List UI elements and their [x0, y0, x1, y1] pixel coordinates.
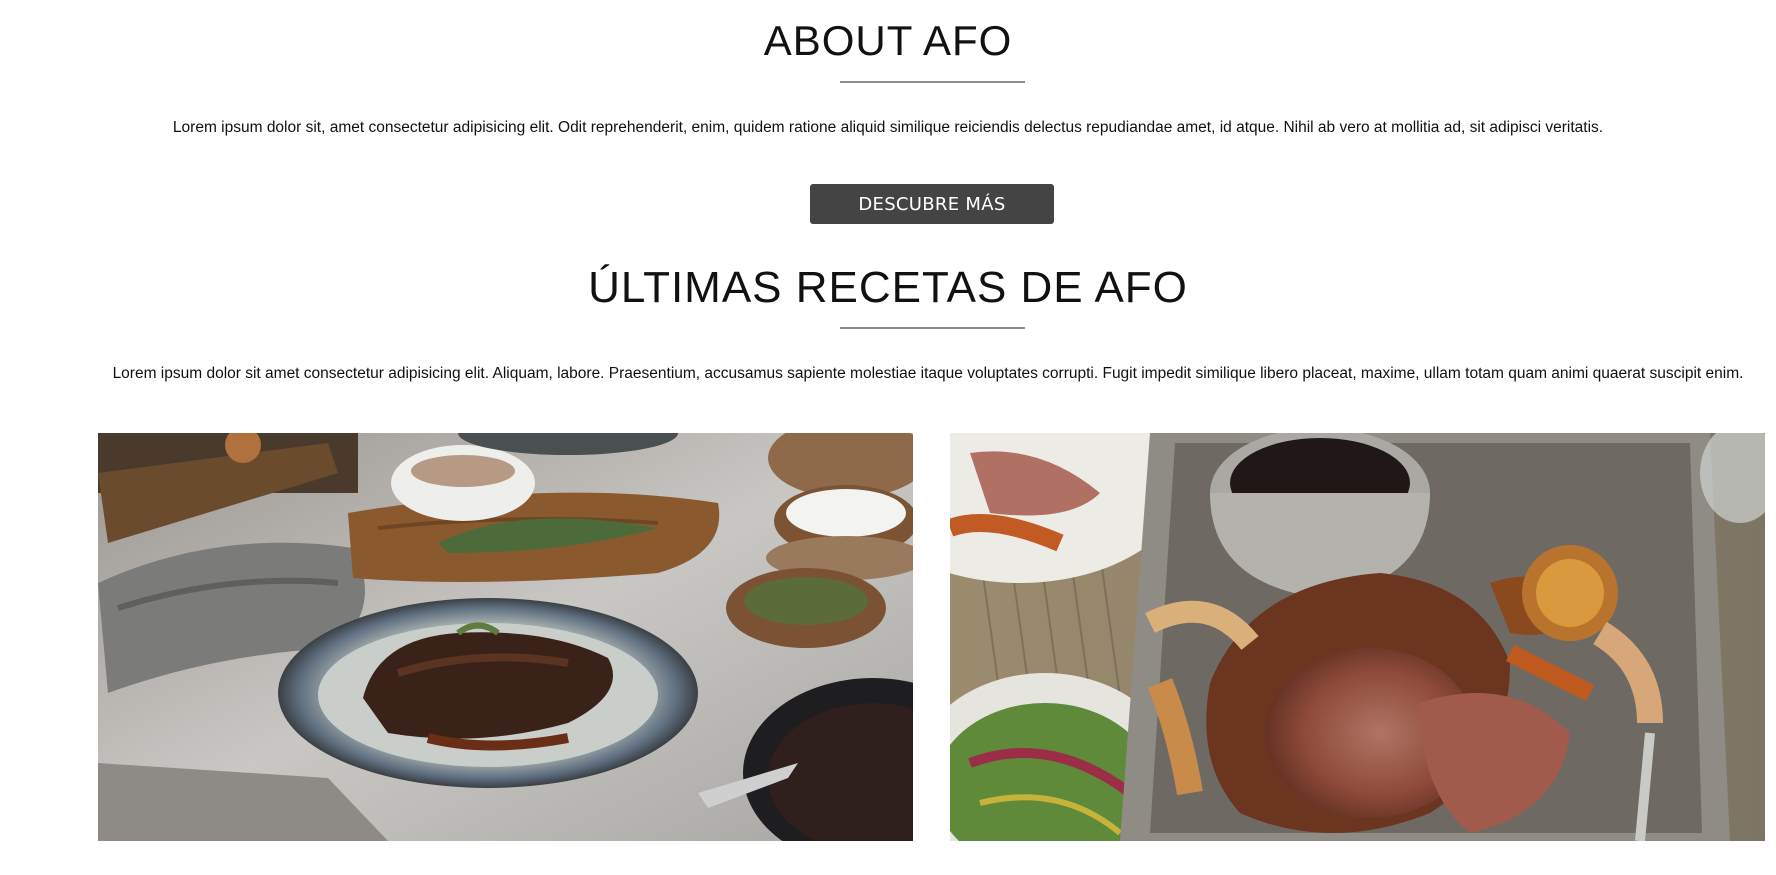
discover-more-button[interactable]: DESCUBRE MÁS [810, 184, 1054, 224]
braised-meat-plate-photo [98, 433, 913, 841]
about-title-divider [840, 81, 1025, 83]
recipes-title-divider [840, 327, 1025, 329]
recipe-image-roast-beef[interactable] [950, 433, 1765, 841]
recipes-description: Lorem ipsum dolor sit amet consectetur a… [112, 365, 1744, 382]
about-title: ABOUT AFO [763, 17, 1013, 64]
roast-beef-tray-photo [950, 433, 1765, 841]
recipes-title: ÚLTIMAS RECETAS DE AFO [588, 263, 1188, 312]
page: ABOUT AFO Lorem ipsum dolor sit, amet co… [0, 0, 1776, 875]
about-description: Lorem ipsum dolor sit, amet consectetur … [172, 119, 1604, 136]
recipe-image-braised-meat[interactable] [98, 433, 913, 841]
